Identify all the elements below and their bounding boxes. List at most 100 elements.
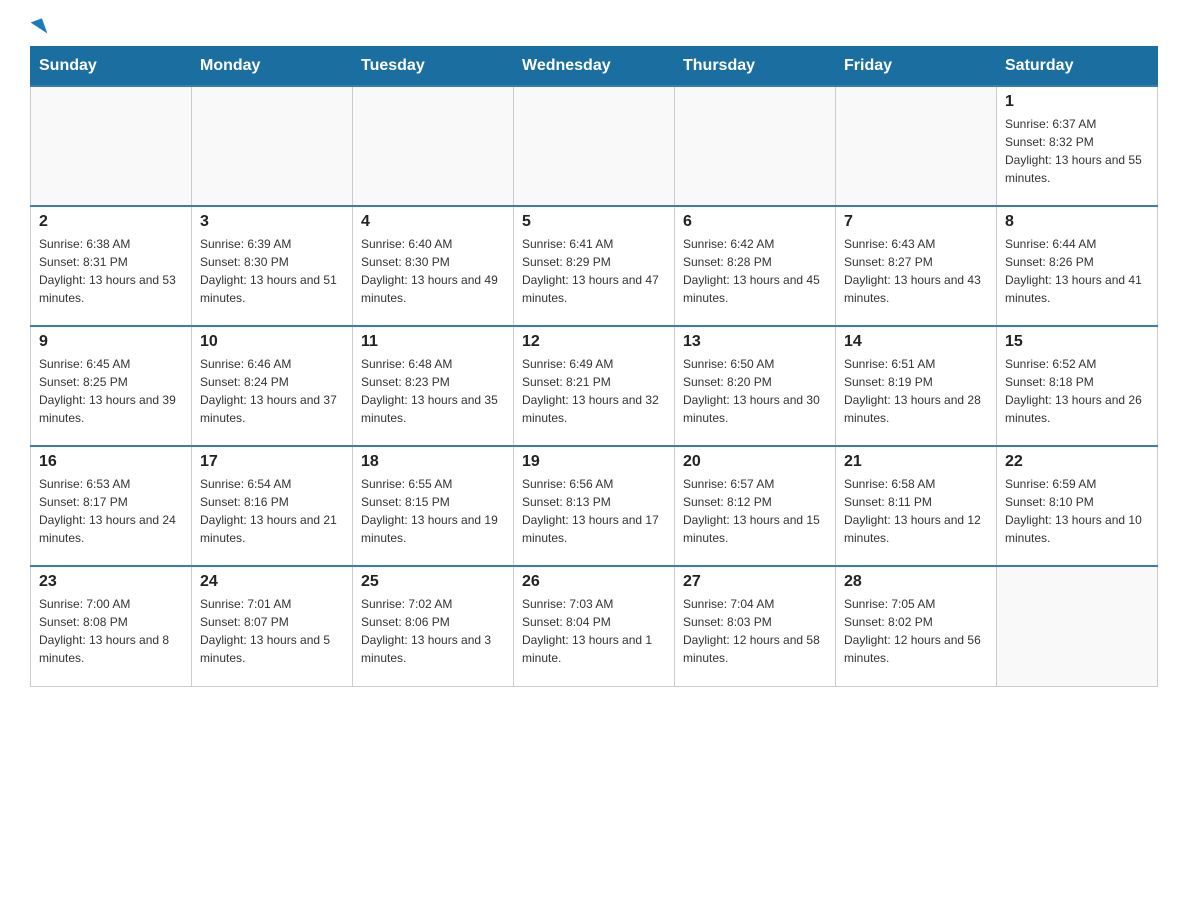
day-info: Sunrise: 6:49 AM Sunset: 8:21 PM Dayligh…	[522, 355, 666, 427]
calendar-cell: 10Sunrise: 6:46 AM Sunset: 8:24 PM Dayli…	[192, 326, 353, 446]
day-number: 25	[361, 573, 505, 591]
calendar-cell: 17 Sunrise: 6:54 AM Sunset: 8:16 PM Dayli…	[192, 446, 353, 566]
calendar-header-row: SundayMondayTuesdayWednesdayThursdayFrid…	[31, 47, 1158, 87]
day-info: Sunrise: 7:01 AM Sunset: 8:07 PM Dayligh…	[200, 595, 344, 667]
calendar-week-row: 9 Sunrise: 6:45 AM Sunset: 8:25 PM Daylig…	[31, 326, 1158, 446]
day-number: 1	[1005, 93, 1149, 111]
calendar-cell: 27 Sunrise: 7:04 AM Sunset: 8:03 PM Dayli…	[675, 566, 836, 686]
day-info: Sunrise: 6:44 AM Sunset: 8:26 PM Dayligh…	[1005, 235, 1149, 307]
calendar-day-header: Wednesday	[514, 47, 675, 87]
day-number: 18	[361, 453, 505, 471]
calendar-cell: 3 Sunrise: 6:39 AM Sunset: 8:30 PM Daylig…	[192, 206, 353, 326]
day-number: 8	[1005, 213, 1149, 231]
calendar-cell: 2 Sunrise: 6:38 AM Sunset: 8:31 PM Daylig…	[31, 206, 192, 326]
calendar-cell: 15 Sunrise: 6:52 AM Sunset: 8:18 PM Dayli…	[997, 326, 1158, 446]
calendar-cell: 21 Sunrise: 6:58 AM Sunset: 8:11 PM Dayli…	[836, 446, 997, 566]
calendar-cell: 4 Sunrise: 6:40 AM Sunset: 8:30 PM Daylig…	[353, 206, 514, 326]
calendar-week-row: 16 Sunrise: 6:53 AM Sunset: 8:17 PM Dayli…	[31, 446, 1158, 566]
calendar-cell: 23Sunrise: 7:00 AM Sunset: 8:08 PM Dayli…	[31, 566, 192, 686]
day-number: 21	[844, 453, 988, 471]
calendar-cell: 7 Sunrise: 6:43 AM Sunset: 8:27 PM Daylig…	[836, 206, 997, 326]
calendar-cell: 19 Sunrise: 6:56 AM Sunset: 8:13 PM Dayli…	[514, 446, 675, 566]
day-number: 15	[1005, 333, 1149, 351]
day-info: Sunrise: 6:45 AM Sunset: 8:25 PM Dayligh…	[39, 355, 183, 427]
calendar-cell: 28 Sunrise: 7:05 AM Sunset: 8:02 PM Dayli…	[836, 566, 997, 686]
calendar-cell: 9 Sunrise: 6:45 AM Sunset: 8:25 PM Daylig…	[31, 326, 192, 446]
calendar-cell: 11 Sunrise: 6:48 AM Sunset: 8:23 PM Dayli…	[353, 326, 514, 446]
day-info: Sunrise: 7:05 AM Sunset: 8:02 PM Dayligh…	[844, 595, 988, 667]
calendar-cell: 24 Sunrise: 7:01 AM Sunset: 8:07 PM Dayli…	[192, 566, 353, 686]
day-number: 7	[844, 213, 988, 231]
day-number: 4	[361, 213, 505, 231]
day-info: Sunrise: 6:37 AM Sunset: 8:32 PM Dayligh…	[1005, 115, 1149, 187]
calendar-cell	[836, 86, 997, 206]
day-number: 3	[200, 213, 344, 231]
day-number: 11	[361, 333, 505, 351]
calendar-cell: 26 Sunrise: 7:03 AM Sunset: 8:04 PM Dayli…	[514, 566, 675, 686]
calendar-day-header: Tuesday	[353, 47, 514, 87]
day-number: 13	[683, 333, 827, 351]
calendar-cell: 5 Sunrise: 6:41 AM Sunset: 8:29 PM Daylig…	[514, 206, 675, 326]
calendar-cell	[997, 566, 1158, 686]
calendar-table: SundayMondayTuesdayWednesdayThursdayFrid…	[30, 46, 1158, 687]
day-number: 9	[39, 333, 183, 351]
calendar-week-row: 1 Sunrise: 6:37 AM Sunset: 8:32 PM Daylig…	[31, 86, 1158, 206]
day-number: 26	[522, 573, 666, 591]
calendar-cell	[31, 86, 192, 206]
day-info: Sunrise: 6:40 AM Sunset: 8:30 PM Dayligh…	[361, 235, 505, 307]
calendar-cell: 6 Sunrise: 6:42 AM Sunset: 8:28 PM Daylig…	[675, 206, 836, 326]
day-info: Sunrise: 6:50 AM Sunset: 8:20 PM Dayligh…	[683, 355, 827, 427]
day-info: Sunrise: 6:48 AM Sunset: 8:23 PM Dayligh…	[361, 355, 505, 427]
day-info: Sunrise: 6:41 AM Sunset: 8:29 PM Dayligh…	[522, 235, 666, 307]
calendar-cell: 20 Sunrise: 6:57 AM Sunset: 8:12 PM Dayli…	[675, 446, 836, 566]
day-info: Sunrise: 6:59 AM Sunset: 8:10 PM Dayligh…	[1005, 475, 1149, 547]
day-info: Sunrise: 6:53 AM Sunset: 8:17 PM Dayligh…	[39, 475, 183, 547]
calendar-day-header: Monday	[192, 47, 353, 87]
day-number: 5	[522, 213, 666, 231]
day-info: Sunrise: 7:00 AM Sunset: 8:08 PM Dayligh…	[39, 595, 183, 667]
page-header	[30, 20, 1158, 36]
day-number: 6	[683, 213, 827, 231]
day-number: 17	[200, 453, 344, 471]
day-number: 20	[683, 453, 827, 471]
day-info: Sunrise: 6:39 AM Sunset: 8:30 PM Dayligh…	[200, 235, 344, 307]
calendar-cell: 1 Sunrise: 6:37 AM Sunset: 8:32 PM Daylig…	[997, 86, 1158, 206]
calendar-cell: 12 Sunrise: 6:49 AM Sunset: 8:21 PM Dayli…	[514, 326, 675, 446]
day-info: Sunrise: 6:58 AM Sunset: 8:11 PM Dayligh…	[844, 475, 988, 547]
day-info: Sunrise: 6:38 AM Sunset: 8:31 PM Dayligh…	[39, 235, 183, 307]
day-number: 24	[200, 573, 344, 591]
day-number: 19	[522, 453, 666, 471]
day-info: Sunrise: 6:42 AM Sunset: 8:28 PM Dayligh…	[683, 235, 827, 307]
calendar-cell: 14Sunrise: 6:51 AM Sunset: 8:19 PM Dayli…	[836, 326, 997, 446]
calendar-cell: 16 Sunrise: 6:53 AM Sunset: 8:17 PM Dayli…	[31, 446, 192, 566]
logo	[30, 20, 45, 36]
day-number: 14	[844, 333, 988, 351]
calendar-day-header: Sunday	[31, 47, 192, 87]
calendar-day-header: Friday	[836, 47, 997, 87]
calendar-week-row: 2 Sunrise: 6:38 AM Sunset: 8:31 PM Daylig…	[31, 206, 1158, 326]
day-number: 28	[844, 573, 988, 591]
day-info: Sunrise: 6:46 AM Sunset: 8:24 PM Dayligh…	[200, 355, 344, 427]
day-info: Sunrise: 6:56 AM Sunset: 8:13 PM Dayligh…	[522, 475, 666, 547]
day-info: Sunrise: 6:57 AM Sunset: 8:12 PM Dayligh…	[683, 475, 827, 547]
calendar-cell: 25Sunrise: 7:02 AM Sunset: 8:06 PM Dayli…	[353, 566, 514, 686]
calendar-cell: 18Sunrise: 6:55 AM Sunset: 8:15 PM Dayli…	[353, 446, 514, 566]
day-number: 12	[522, 333, 666, 351]
day-number: 16	[39, 453, 183, 471]
day-info: Sunrise: 6:52 AM Sunset: 8:18 PM Dayligh…	[1005, 355, 1149, 427]
day-number: 27	[683, 573, 827, 591]
calendar-cell	[192, 86, 353, 206]
day-info: Sunrise: 6:43 AM Sunset: 8:27 PM Dayligh…	[844, 235, 988, 307]
day-number: 2	[39, 213, 183, 231]
calendar-cell: 8 Sunrise: 6:44 AM Sunset: 8:26 PM Daylig…	[997, 206, 1158, 326]
calendar-cell	[353, 86, 514, 206]
calendar-day-header: Saturday	[997, 47, 1158, 87]
calendar-cell	[514, 86, 675, 206]
day-info: Sunrise: 7:03 AM Sunset: 8:04 PM Dayligh…	[522, 595, 666, 667]
day-info: Sunrise: 7:04 AM Sunset: 8:03 PM Dayligh…	[683, 595, 827, 667]
calendar-cell: 13 Sunrise: 6:50 AM Sunset: 8:20 PM Dayli…	[675, 326, 836, 446]
day-info: Sunrise: 6:54 AM Sunset: 8:16 PM Dayligh…	[200, 475, 344, 547]
calendar-cell	[675, 86, 836, 206]
logo-triangle-icon	[31, 18, 48, 37]
calendar-cell: 22Sunrise: 6:59 AM Sunset: 8:10 PM Dayli…	[997, 446, 1158, 566]
